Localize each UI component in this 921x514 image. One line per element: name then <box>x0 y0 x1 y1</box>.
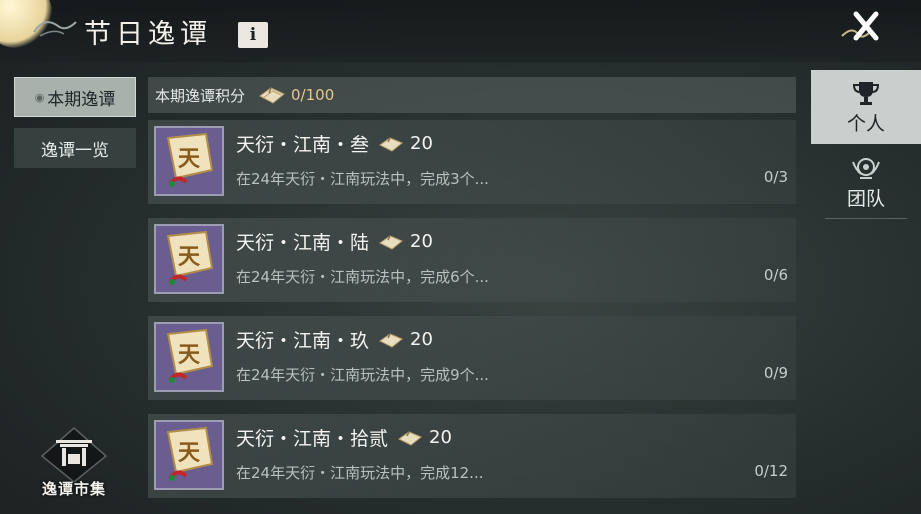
info-button[interactable]: i <box>238 22 268 48</box>
svg-text:天: 天 <box>178 244 201 270</box>
task-points: 20 <box>429 427 452 448</box>
tab-personal-label: 个人 <box>846 112 885 135</box>
task-points: 20 <box>410 231 433 252</box>
tab-tales-overview-label: 逸谭一览 <box>41 140 109 161</box>
task-reward-icon: 天 <box>154 420 224 490</box>
task-progress: 0/3 <box>763 168 788 186</box>
task-name: 天衍・江南・陆 <box>236 232 370 254</box>
score-label: 本期逸谭积分 <box>155 86 246 105</box>
task-progress: 0/9 <box>763 364 788 382</box>
task-description: 在24年天衍・江南玩法中，完成9个... <box>236 366 489 384</box>
market-label: 逸谭市集 <box>41 480 106 498</box>
tianyan-scroll-icon: 天 <box>166 230 214 285</box>
svg-text:天: 天 <box>178 146 201 172</box>
task-title: 天衍・江南・叁 20 <box>236 130 433 157</box>
task-title: 天衍・江南・玖 20 <box>236 326 433 353</box>
task-row[interactable]: 天 天衍・江南・叁 20 在24年天衍・江南玩法中，完成3个... 0/3 <box>148 120 796 204</box>
task-description: 在24年天衍・江南玩法中，完成12... <box>236 464 484 482</box>
tab-team[interactable]: 团队 <box>811 146 921 218</box>
close-icon <box>841 11 879 41</box>
svg-text:天: 天 <box>178 342 201 368</box>
scroll-token-icon <box>379 136 403 152</box>
tab-current-tales-label: 本期逸谭 <box>47 89 116 110</box>
score-bar: 本期逸谭积分 0/100 <box>148 77 796 113</box>
tab-team-label: 团队 <box>846 187 885 210</box>
tianyan-scroll-icon: 天 <box>166 426 214 481</box>
task-points: 20 <box>410 329 433 350</box>
svg-text:天: 天 <box>178 440 201 466</box>
task-reward-icon: 天 <box>154 224 224 294</box>
task-points: 20 <box>410 133 433 154</box>
page-title: 节日逸谭 <box>84 19 212 50</box>
trophy-icon <box>852 81 880 105</box>
tianyan-scroll-icon: 天 <box>166 328 214 383</box>
tab-current-tales[interactable]: ◉ 本期逸谭 <box>14 77 136 117</box>
tab-personal[interactable]: 个人 <box>811 70 921 144</box>
scroll-token-icon <box>259 87 285 104</box>
task-reward-icon: 天 <box>154 322 224 392</box>
score-value: 0/100 <box>291 86 335 104</box>
close-button[interactable] <box>836 6 892 50</box>
cloud-swirl-icon <box>33 21 77 37</box>
market-gate-icon <box>40 427 108 483</box>
task-row[interactable]: 天 天衍・江南・拾贰 20 在24年天衍・江南玩法中，完成12... 0/12 <box>148 414 796 498</box>
task-row[interactable]: 天 天衍・江南・陆 20 在24年天衍・江南玩法中，完成6个... 0/6 <box>148 218 796 302</box>
scroll-token-icon <box>398 430 422 446</box>
task-title: 天衍・江南・拾贰 20 <box>236 424 452 451</box>
task-name: 天衍・江南・叁 <box>236 134 370 156</box>
tianyan-scroll-icon: 天 <box>166 132 214 187</box>
market-button[interactable]: 逸谭市集 <box>30 426 118 504</box>
task-progress: 0/12 <box>754 462 788 480</box>
eye-icon: ◉ <box>34 90 45 104</box>
scroll-token-icon <box>379 332 403 348</box>
task-description: 在24年天衍・江南玩法中，完成6个... <box>236 268 489 286</box>
task-name: 天衍・江南・拾贰 <box>236 428 389 450</box>
task-progress: 0/6 <box>763 266 788 284</box>
team-emblem-icon <box>852 157 880 179</box>
tab-divider <box>825 218 907 219</box>
tab-tales-overview[interactable]: 逸谭一览 <box>14 128 136 168</box>
scroll-token-icon <box>379 234 403 250</box>
task-title: 天衍・江南・陆 20 <box>236 228 433 255</box>
task-description: 在24年天衍・江南玩法中，完成3个... <box>236 170 489 188</box>
task-reward-icon: 天 <box>154 126 224 196</box>
task-row[interactable]: 天 天衍・江南・玖 20 在24年天衍・江南玩法中，完成9个... 0/9 <box>148 316 796 400</box>
task-name: 天衍・江南・玖 <box>236 330 370 352</box>
